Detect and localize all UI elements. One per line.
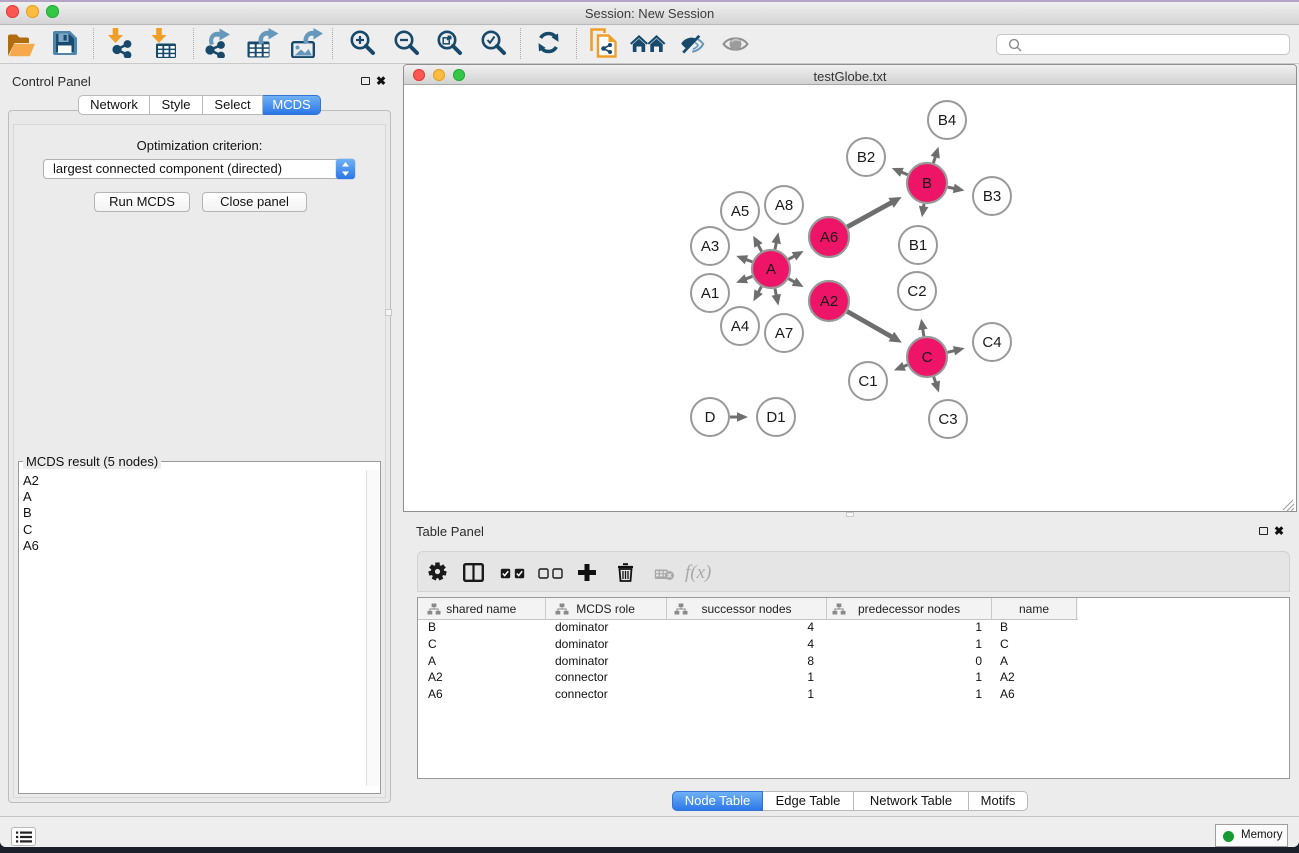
svg-text:A7: A7 bbox=[775, 325, 793, 342]
svg-text:B: B bbox=[922, 175, 932, 192]
svg-text:C: C bbox=[922, 349, 933, 366]
svg-text:D: D bbox=[705, 409, 716, 426]
svg-text:C1: C1 bbox=[858, 373, 877, 390]
svg-text:A2: A2 bbox=[820, 293, 838, 310]
svg-text:A1: A1 bbox=[701, 285, 719, 302]
svg-text:B1: B1 bbox=[909, 237, 927, 254]
svg-text:B3: B3 bbox=[983, 188, 1001, 205]
svg-text:A4: A4 bbox=[731, 318, 749, 335]
svg-text:A8: A8 bbox=[775, 197, 793, 214]
svg-text:C3: C3 bbox=[938, 411, 957, 428]
svg-text:C4: C4 bbox=[982, 334, 1001, 351]
svg-text:A6: A6 bbox=[820, 229, 838, 246]
svg-text:B4: B4 bbox=[938, 112, 956, 129]
svg-text:D1: D1 bbox=[766, 409, 785, 426]
svg-text:A3: A3 bbox=[701, 238, 719, 255]
svg-text:A: A bbox=[766, 261, 776, 278]
svg-text:A5: A5 bbox=[731, 203, 749, 220]
svg-text:B2: B2 bbox=[857, 149, 875, 166]
svg-text:C2: C2 bbox=[907, 283, 926, 300]
